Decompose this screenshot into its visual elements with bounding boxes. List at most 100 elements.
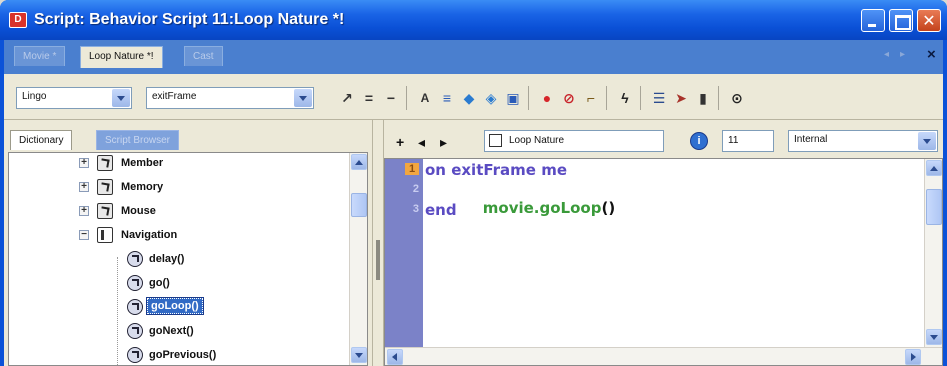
go-to-handler-icon[interactable]: ↗	[338, 90, 356, 106]
watch-expression-icon[interactable]: ⌐	[582, 90, 600, 106]
collapse-icon[interactable]: −	[79, 230, 89, 240]
tab-scroll-left-icon[interactable]: ◂	[884, 49, 889, 60]
scripting-objects-icon[interactable]: ◆	[460, 90, 478, 106]
cast-library-value: Internal	[794, 134, 828, 145]
recompile-icon[interactable]: ϟ	[616, 90, 634, 106]
message-window-icon[interactable]: ▮	[694, 90, 712, 106]
reference-icon[interactable]: ☰	[650, 90, 668, 106]
new-cast-member-icon[interactable]: +	[396, 134, 404, 150]
handler-select[interactable]: exitFrame	[146, 87, 314, 109]
chevron-down-icon[interactable]	[294, 89, 312, 107]
expand-icon[interactable]: +	[79, 158, 89, 168]
tree-item-go[interactable]: go()	[9, 273, 349, 295]
book-icon	[97, 227, 113, 243]
tab-cast[interactable]: Cast	[184, 46, 223, 66]
maximize-button[interactable]	[889, 9, 913, 32]
3d-lingo-icon[interactable]: ◈	[482, 90, 500, 106]
scroll-right-icon[interactable]	[905, 349, 921, 365]
line-number: 3	[412, 203, 419, 215]
tab-loop-nature[interactable]: Loop Nature *!	[80, 46, 163, 68]
tree-item-label: Member	[121, 157, 164, 169]
script-window: D Script: Behavior Script 11:Loop Nature…	[0, 0, 947, 366]
tree-item-goprevious[interactable]: goPrevious()	[9, 345, 349, 365]
next-cast-member-icon[interactable]: ▸	[440, 134, 447, 151]
toolbar-divider	[406, 86, 407, 110]
tree-item-navigation[interactable]: − Navigation	[9, 225, 349, 247]
tree-item-memory[interactable]: + Memory	[9, 177, 349, 199]
cast-member-name-field[interactable]: Loop Nature	[484, 130, 664, 152]
scroll-down-icon[interactable]	[351, 347, 367, 363]
cast-library-select[interactable]: Internal	[788, 130, 938, 152]
debugger-icon[interactable]: ➤	[672, 90, 690, 106]
help-icon[interactable]: ⊙	[728, 90, 746, 106]
script-tab-strip: Movie * Loop Nature *! Cast ◂ ▸ ×	[4, 40, 943, 74]
tab-scroll-right-icon[interactable]: ▸	[900, 49, 905, 60]
tree-item-label-selected: goLoop()	[146, 297, 204, 315]
toolbar-divider	[606, 86, 607, 110]
tree-item-label: goPrevious()	[149, 349, 217, 361]
code-call: movie.goLoop	[482, 199, 602, 217]
tree-item-member[interactable]: + Member	[9, 153, 349, 175]
minimize-button[interactable]	[861, 9, 885, 32]
director-app-icon: D	[9, 12, 27, 28]
scrollbar-thumb[interactable]	[926, 189, 942, 225]
tab-movie[interactable]: Movie *	[14, 46, 66, 66]
cast-member-toolbar: + ◂ ▸ Loop Nature i 11 Internal	[384, 120, 943, 158]
language-select[interactable]: Lingo	[16, 87, 132, 109]
tab-script-browser[interactable]: Script Browser	[96, 130, 180, 150]
tree-item-label: delay()	[149, 253, 185, 265]
splitter-grip[interactable]	[376, 240, 380, 280]
object-icon	[97, 155, 113, 171]
tree-item-label: Mouse	[121, 205, 156, 217]
chevron-down-icon[interactable]	[112, 89, 130, 107]
tab-close-icon[interactable]: ×	[927, 46, 936, 63]
ignore-breakpoints-icon[interactable]: ⊘	[560, 90, 578, 106]
editor-horizontal-scrollbar[interactable]	[385, 347, 942, 365]
expand-icon[interactable]: +	[79, 206, 89, 216]
expand-icon[interactable]: +	[79, 182, 89, 192]
scroll-up-icon[interactable]	[351, 154, 367, 170]
tab-dictionary[interactable]: Dictionary	[10, 130, 73, 150]
tree-vertical-scrollbar[interactable]	[349, 153, 367, 365]
code-editor[interactable]: 1 2 3 on exitFrame me movie.goLoop() end	[384, 158, 943, 366]
tree-item-mouse[interactable]: + Mouse	[9, 201, 349, 223]
comment-icon[interactable]: =	[360, 90, 378, 106]
script-editor-pane: + ◂ ▸ Loop Nature i 11 Internal 1 2 3 on…	[384, 120, 943, 366]
alphabetical-lingo-icon[interactable]: A	[416, 90, 434, 106]
line-number-gutter: 1 2 3	[385, 159, 423, 365]
method-icon	[127, 323, 143, 339]
close-icon: ✕	[922, 13, 936, 30]
close-button[interactable]: ✕	[917, 9, 941, 32]
toolbar-divider	[640, 86, 641, 110]
scroll-left-icon[interactable]	[387, 349, 403, 365]
previous-cast-member-icon[interactable]: ◂	[418, 134, 425, 151]
tree-item-delay[interactable]: delay()	[9, 249, 349, 271]
window-title: Script: Behavior Script 11:Loop Nature *…	[34, 11, 345, 28]
tree-item-gonext[interactable]: goNext()	[9, 321, 349, 343]
tree-item-goloop[interactable]: goLoop()	[9, 297, 349, 319]
editor-vertical-scrollbar[interactable]	[924, 159, 942, 347]
scroll-down-icon[interactable]	[926, 329, 942, 345]
categorized-lingo-icon[interactable]: ≡	[438, 90, 456, 106]
code-line-2[interactable]: movie.goLoop()	[441, 181, 615, 235]
pane-splitter[interactable]	[372, 120, 384, 366]
cast-member-name: Loop Nature	[509, 135, 565, 146]
tree-item-label: goNext()	[149, 325, 194, 337]
scrollbar-thumb[interactable]	[351, 193, 367, 217]
line-number: 1	[405, 163, 419, 175]
chevron-down-icon[interactable]	[918, 132, 936, 150]
dictionary-tree: + Member + Memory + Mouse − Navigation d…	[8, 152, 368, 366]
scripting-xtras-icon[interactable]: ▣	[504, 90, 522, 106]
title-bar[interactable]: D Script: Behavior Script 11:Loop Nature…	[0, 0, 947, 40]
toolbar-divider	[718, 86, 719, 110]
scroll-up-icon[interactable]	[926, 160, 942, 176]
script-toolbar: Lingo exitFrame ↗ = − A ≡ ◆ ◈ ▣ ● ⊘ ⌐ ϟ …	[4, 74, 943, 120]
cast-member-info-icon[interactable]: i	[690, 132, 708, 150]
uncomment-icon[interactable]: −	[382, 90, 400, 106]
code-line-1[interactable]: on exitFrame me	[425, 161, 567, 179]
cast-member-number-field: 11	[722, 130, 774, 152]
method-icon	[127, 275, 143, 291]
toggle-breakpoint-icon[interactable]: ●	[538, 90, 556, 106]
left-pane-tabs: Dictionary Script Browser	[4, 120, 372, 152]
code-line-3[interactable]: end	[425, 201, 457, 219]
